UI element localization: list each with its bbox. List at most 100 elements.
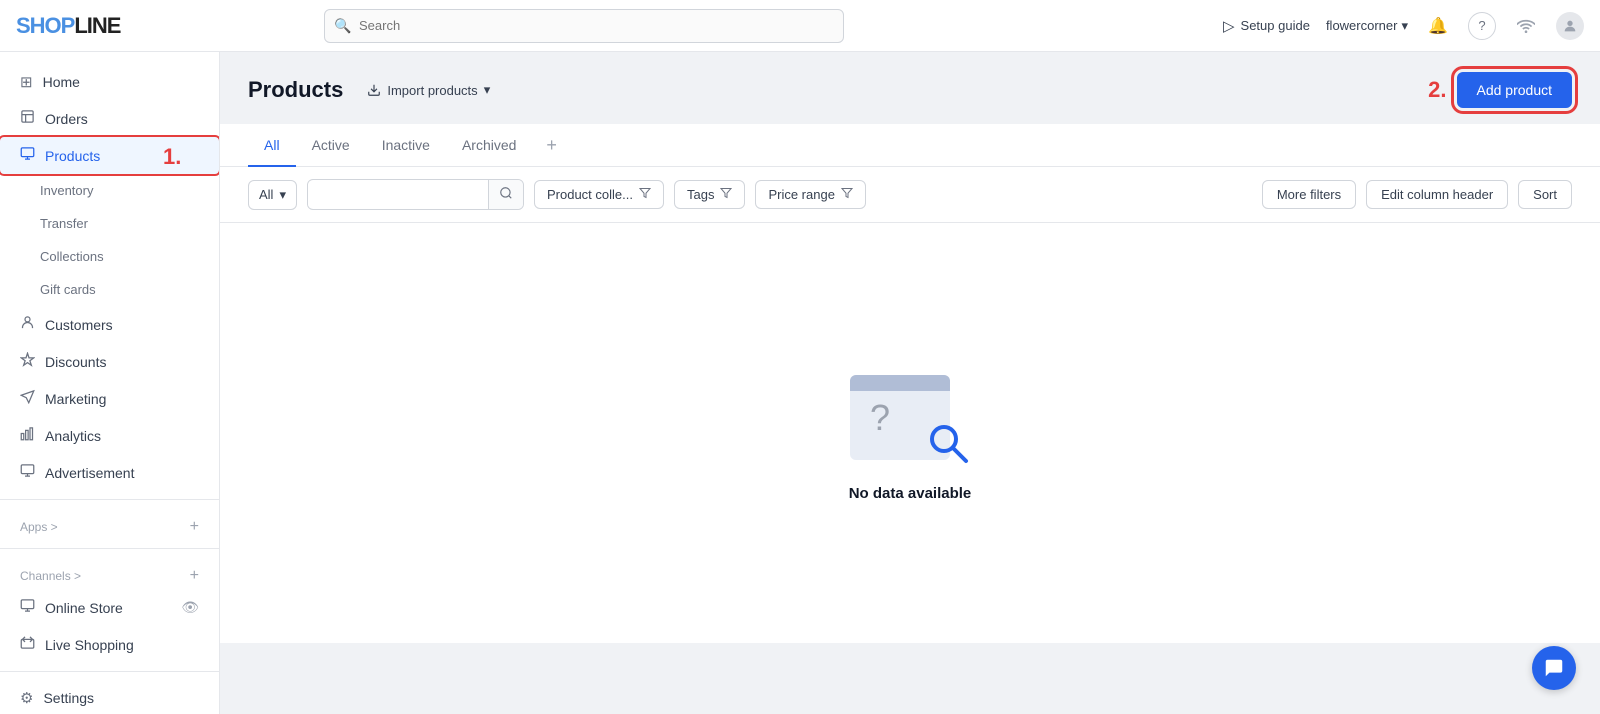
sidebar-item-label: Inventory — [40, 183, 93, 198]
sidebar-item-transfer[interactable]: Transfer — [0, 207, 219, 240]
top-navigation: SHOPLINE 🔍 ▷ Setup guide flowercorner ▾ … — [0, 0, 1600, 52]
edit-column-header-button[interactable]: Edit column header — [1366, 180, 1508, 209]
setup-guide-label: Setup guide — [1241, 18, 1310, 33]
sidebar-item-customers[interactable]: Customers — [0, 306, 219, 343]
sidebar-item-label: Collections — [40, 249, 104, 264]
chat-button[interactable] — [1532, 646, 1576, 690]
empty-state: ? No data available — [220, 223, 1600, 643]
store-name: flowercorner — [1326, 18, 1398, 33]
filter-search-input[interactable] — [308, 181, 488, 208]
sidebar-item-marketing[interactable]: Marketing — [0, 380, 219, 417]
sidebar-item-label: Settings — [43, 690, 94, 706]
sidebar-item-label: Online Store — [45, 600, 123, 616]
apps-label[interactable]: Apps > — [20, 520, 58, 534]
empty-question-mark: ? — [870, 397, 890, 439]
play-icon: ▷ — [1223, 17, 1235, 35]
help-icon[interactable]: ? — [1468, 12, 1496, 40]
page-title: Products — [248, 77, 343, 103]
sidebar-item-live-shopping[interactable]: Live Shopping — [0, 626, 219, 663]
store-selector[interactable]: flowercorner ▾ — [1326, 18, 1408, 34]
nav-right: ▷ Setup guide flowercorner ▾ 🔔 ? — [1223, 12, 1584, 40]
products-icon — [20, 146, 35, 165]
sidebar-item-gift-cards[interactable]: Gift cards — [0, 273, 219, 306]
apps-add-button[interactable]: + — [190, 518, 199, 536]
chevron-down-icon: ▾ — [279, 187, 286, 203]
more-filters-button[interactable]: More filters — [1262, 180, 1356, 209]
sidebar-item-orders[interactable]: Orders — [0, 100, 219, 137]
discounts-icon — [20, 352, 35, 371]
import-icon — [367, 83, 381, 97]
notification-icon[interactable]: 🔔 — [1424, 12, 1452, 40]
tab-bar: All Active Inactive Archived + — [220, 124, 1600, 167]
filter-icon — [639, 187, 651, 202]
sidebar-item-label: Marketing — [45, 391, 106, 407]
sidebar-item-label: Products — [45, 148, 100, 164]
product-collection-filter[interactable]: Product colle... — [534, 180, 664, 209]
product-collection-label: Product colle... — [547, 187, 633, 202]
search-icon: 🔍 — [334, 17, 351, 34]
home-icon: ⊞ — [20, 73, 33, 91]
apps-section: Apps > + — [0, 508, 219, 540]
sidebar-item-inventory[interactable]: Inventory — [0, 174, 219, 207]
sort-button[interactable]: Sort — [1518, 180, 1572, 209]
all-select[interactable]: All ▾ — [248, 180, 297, 210]
sidebar-item-discounts[interactable]: Discounts — [0, 343, 219, 380]
customers-icon — [20, 315, 35, 334]
tab-archived[interactable]: Archived — [446, 125, 532, 167]
logo-shop: SHOP — [16, 13, 74, 38]
sidebar-item-label: Transfer — [40, 216, 88, 231]
advertisement-icon — [20, 463, 35, 482]
sidebar-item-advertisement[interactable]: Advertisement — [0, 454, 219, 491]
import-products-button[interactable]: Import products ▾ — [357, 76, 500, 104]
tab-inactive[interactable]: Inactive — [366, 125, 446, 167]
filter-bar: All ▾ Product colle... Tags — [220, 167, 1600, 223]
online-store-icon — [20, 598, 35, 617]
wifi-icon — [1512, 12, 1540, 40]
sidebar-item-home[interactable]: ⊞ Home — [0, 64, 219, 100]
settings-icon: ⚙ — [20, 689, 33, 707]
price-range-filter[interactable]: Price range — [755, 180, 865, 209]
add-product-button[interactable]: Add product — [1457, 72, 1573, 108]
empty-state-text: No data available — [849, 485, 972, 502]
sidebar-item-collections[interactable]: Collections — [0, 240, 219, 273]
filter-icon — [841, 187, 853, 202]
orders-icon — [20, 109, 35, 128]
search-bar-container: 🔍 — [324, 9, 844, 43]
sidebar-item-label: Live Shopping — [45, 637, 134, 653]
tab-all[interactable]: All — [248, 125, 296, 167]
sidebar-item-label: Customers — [45, 317, 113, 333]
setup-guide-button[interactable]: ▷ Setup guide — [1223, 17, 1310, 35]
sidebar-item-products[interactable]: Products — [0, 137, 219, 174]
all-select-label: All — [259, 187, 273, 202]
tags-label: Tags — [687, 187, 714, 202]
chevron-down-icon: ▾ — [1401, 18, 1408, 34]
logo[interactable]: SHOPLINE — [16, 13, 120, 39]
search-input[interactable] — [324, 9, 844, 43]
page-header-left: Products Import products ▾ — [248, 76, 500, 104]
sidebar-item-analytics[interactable]: Analytics — [0, 417, 219, 454]
sidebar-item-online-store[interactable]: Online Store 👁 — [0, 589, 219, 626]
price-range-label: Price range — [768, 187, 834, 202]
tab-add-button[interactable]: + — [532, 124, 571, 166]
channels-add-button[interactable]: + — [190, 567, 199, 585]
sidebar-item-label: Advertisement — [45, 465, 134, 481]
sidebar-item-label: Analytics — [45, 428, 101, 444]
eye-icon: 👁 — [181, 599, 199, 616]
analytics-icon — [20, 426, 35, 445]
filter-search-button[interactable] — [488, 180, 523, 209]
logo-line: LINE — [74, 13, 120, 38]
tab-active[interactable]: Active — [296, 125, 366, 167]
sidebar-item-label: Orders — [45, 111, 88, 127]
live-shopping-icon — [20, 635, 35, 654]
chevron-down-icon: ▾ — [484, 82, 491, 98]
sidebar-item-label: Gift cards — [40, 282, 96, 297]
channels-label[interactable]: Channels > — [20, 569, 81, 583]
search-filter — [307, 179, 524, 210]
empty-icon-wrap: ? — [850, 365, 970, 465]
sidebar: ⊞ Home Orders Products Inventory Transfe… — [0, 52, 220, 714]
content-area: Products Import products ▾ 2. Add produc… — [220, 52, 1600, 714]
sidebar-item-settings[interactable]: ⚙ Settings — [0, 680, 219, 714]
avatar[interactable] — [1556, 12, 1584, 40]
empty-doc-header — [850, 375, 950, 391]
tags-filter[interactable]: Tags — [674, 180, 745, 209]
